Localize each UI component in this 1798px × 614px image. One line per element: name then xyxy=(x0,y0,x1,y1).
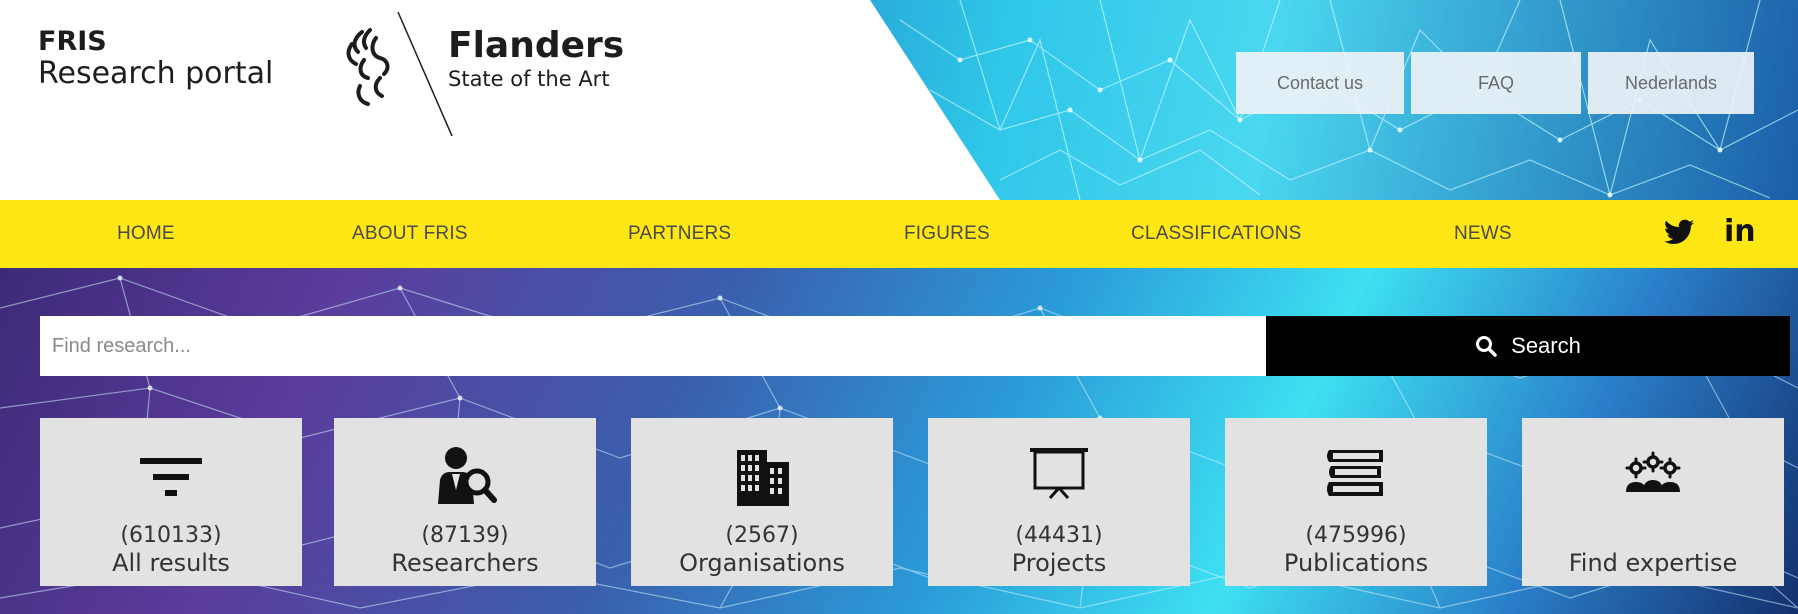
nav-item-about-fris[interactable]: ABOUT FRIS xyxy=(352,200,468,268)
tile-count: (610133) xyxy=(120,523,222,548)
search-icon xyxy=(1476,336,1497,357)
tile-organisations[interactable]: (2567) Organisations xyxy=(631,418,893,586)
tile-find-expertise[interactable]: Find expertise xyxy=(1522,418,1784,586)
search-input[interactable] xyxy=(40,316,1266,376)
filter-icon xyxy=(140,458,202,496)
tile-all-results[interactable]: (610133) All results xyxy=(40,418,302,586)
site-header: FRIS Research portal Flanders State of t… xyxy=(0,0,1798,200)
contact-us-button[interactable]: Contact us xyxy=(1236,52,1404,114)
tile-label: All results xyxy=(112,549,230,577)
nav-item-classifications[interactable]: CLASSIFICATIONS xyxy=(1131,200,1302,268)
language-switch-button[interactable]: Nederlands xyxy=(1588,52,1754,114)
nav-item-home[interactable]: HOME xyxy=(117,200,175,268)
flanders-logo-subtitle: State of the Art xyxy=(448,67,610,91)
fris-logo-subtitle: Research portal xyxy=(38,56,274,91)
nav-item-news[interactable]: NEWS xyxy=(1454,200,1512,268)
search-button-label: Search xyxy=(1511,333,1581,358)
nav-item-figures[interactable]: FIGURES xyxy=(904,200,990,268)
expertise-gears-icon xyxy=(1625,451,1681,492)
tile-label: Researchers xyxy=(391,549,539,577)
buildings-icon xyxy=(737,450,789,506)
flemish-lion-icon xyxy=(346,28,390,106)
fris-logo[interactable]: FRIS Research portal xyxy=(38,26,273,91)
books-icon xyxy=(1327,450,1383,496)
search-button[interactable]: Search xyxy=(1266,316,1790,376)
tile-label: Organisations xyxy=(679,549,845,577)
tile-count: (475996) xyxy=(1305,523,1407,548)
hero-section: Search (610133) All results (87139) Rese… xyxy=(0,268,1798,614)
flanders-logo-title: Flanders xyxy=(448,25,625,66)
tile-researchers[interactable]: (87139) Researchers xyxy=(334,418,596,586)
tile-projects[interactable]: (44431) Projects xyxy=(928,418,1190,586)
tile-label: Find expertise xyxy=(1568,549,1738,577)
tile-label: Publications xyxy=(1283,549,1429,577)
tile-count: (2567) xyxy=(725,523,799,548)
nav-item-partners[interactable]: PARTNERS xyxy=(628,200,731,268)
tile-count: (44431) xyxy=(1015,523,1103,548)
linkedin-icon[interactable]: in xyxy=(1724,214,1756,249)
logo-divider xyxy=(397,11,453,137)
tile-publications[interactable]: (475996) Publications xyxy=(1225,418,1487,586)
tile-label: Projects xyxy=(1011,549,1107,577)
twitter-icon[interactable] xyxy=(1664,219,1694,245)
presentation-board-icon xyxy=(1030,448,1088,500)
researcher-search-icon xyxy=(438,447,497,504)
main-navigation: HOME ABOUT FRIS PARTNERS FIGURES CLASSIF… xyxy=(0,200,1798,268)
faq-button[interactable]: FAQ xyxy=(1411,52,1581,114)
flanders-logo[interactable]: Flanders State of the Art xyxy=(448,26,624,92)
tile-count: (87139) xyxy=(421,523,509,548)
fris-logo-title: FRIS xyxy=(38,26,107,57)
